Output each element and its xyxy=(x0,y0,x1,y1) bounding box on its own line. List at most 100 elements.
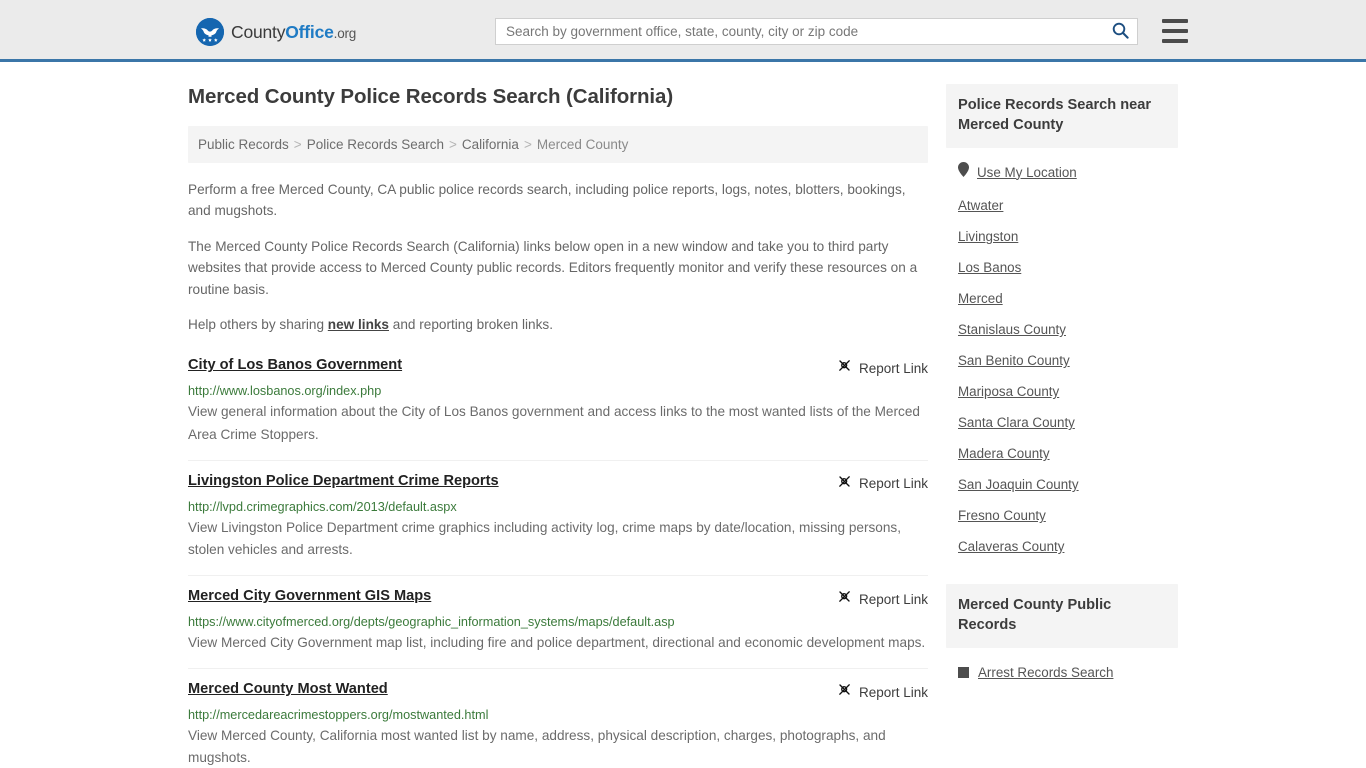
sidebar-item-arrest-records-search[interactable]: Arrest Records Search xyxy=(958,658,1178,687)
result-title-link[interactable]: Merced City Government GIS Maps xyxy=(188,588,431,606)
search-input[interactable] xyxy=(496,19,1103,44)
report-link-button[interactable]: Report Link xyxy=(837,681,928,702)
result-description: View Livingston Police Department crime … xyxy=(188,519,901,557)
results-list: City of Los Banos Government Report Link xyxy=(188,349,928,768)
report-link-label: Report Link xyxy=(858,591,928,607)
result-title-link[interactable]: City of Los Banos Government xyxy=(188,357,402,375)
sidebar-link-label[interactable]: Mariposa County xyxy=(958,384,1059,399)
report-link-label: Report Link xyxy=(858,476,928,492)
sidebar-link-label[interactable]: Atwater xyxy=(958,198,1003,213)
page-body: Merced County Police Records Search (Cal… xyxy=(0,62,1366,768)
hamburger-bar-2 xyxy=(1162,29,1188,33)
breadcrumb: Public Records > Police Records Search > Cal… xyxy=(188,125,928,163)
breadcrumb-item-california[interactable]: California xyxy=(462,137,519,152)
logo-text-office: Office xyxy=(285,21,334,42)
result-url-link[interactable]: http://www.losbanos.org/index.php xyxy=(188,384,928,398)
header-inner: CountyOffice.org xyxy=(0,0,1366,59)
report-link-button[interactable]: Report Link xyxy=(837,357,928,378)
report-link-label: Report Link xyxy=(858,684,928,700)
breadcrumb-separator-2: > xyxy=(449,136,457,152)
sidebar-link-label[interactable]: San Benito County xyxy=(958,353,1070,368)
report-link-button[interactable]: Report Link xyxy=(837,588,928,609)
sidebar-nearby-box: Police Records Search near Merced County… xyxy=(946,84,1178,562)
site-header: CountyOffice.org xyxy=(0,0,1366,62)
sidebar-item-san-joaquin-county[interactable]: San Joaquin County xyxy=(958,469,1178,500)
sidebar-link-label[interactable]: Madera County xyxy=(958,446,1050,461)
sidebar-link-label[interactable]: Calaveras County xyxy=(958,539,1064,554)
result-header: Merced City Government GIS Maps Report L… xyxy=(188,588,928,609)
logo-text-county: County xyxy=(231,21,286,42)
report-link-label: Report Link xyxy=(858,360,928,376)
use-my-location-link[interactable]: Use My Location xyxy=(977,165,1077,180)
result-item: Merced County Most Wanted Report Link ht… xyxy=(188,669,928,768)
sidebar-link-label[interactable]: Arrest Records Search xyxy=(978,665,1113,680)
sidebar-item-stanislaus-county[interactable]: Stanislaus County xyxy=(958,314,1178,345)
eagle-logo-icon xyxy=(196,18,224,46)
result-url-link[interactable]: http://lvpd.crimegraphics.com/2013/defau… xyxy=(188,500,928,514)
result-description: View Merced County, California most want… xyxy=(188,728,886,766)
result-item: Merced City Government GIS Maps Report L… xyxy=(188,576,928,670)
new-links-link[interactable]: new links xyxy=(328,317,389,332)
hamburger-bar-1 xyxy=(1162,19,1188,23)
sidebar-item-mariposa-county[interactable]: Mariposa County xyxy=(958,376,1178,407)
sidebar-link-label[interactable]: San Joaquin County xyxy=(958,477,1079,492)
sidebar-item-merced[interactable]: Merced xyxy=(958,283,1178,314)
sidebar-link-label[interactable]: Livingston xyxy=(958,229,1018,244)
result-description: View general information about the City … xyxy=(188,404,920,442)
sidebar-nearby-links: Use My Location Atwater Livingston Los B… xyxy=(946,148,1178,562)
page-title: Merced County Police Records Search (Cal… xyxy=(188,85,674,108)
site-logo-text: CountyOffice.org xyxy=(231,22,356,43)
broken-link-icon xyxy=(837,474,852,494)
content-container: Merced County Police Records Search (Cal… xyxy=(188,84,1178,768)
intro-text: Perform a free Merced County, CA public … xyxy=(188,179,928,336)
logo-text-org: .org xyxy=(333,25,357,41)
sidebar-item-los-banos[interactable]: Los Banos xyxy=(958,252,1178,283)
result-header: Merced County Most Wanted Report Link xyxy=(188,681,928,702)
result-header: Livingston Police Department Crime Repor… xyxy=(188,473,928,494)
broken-link-icon xyxy=(837,682,852,702)
map-pin-icon xyxy=(958,162,969,182)
intro-paragraph-3-after: and reporting broken links. xyxy=(389,316,553,332)
breadcrumb-separator-3: > xyxy=(523,136,532,152)
intro-paragraph-1: Perform a free Merced County, CA public … xyxy=(188,181,906,219)
sidebar-link-label[interactable]: Los Banos xyxy=(958,260,1021,275)
result-title-link[interactable]: Livingston Police Department Crime Repor… xyxy=(188,473,499,491)
sidebar-public-records-box: Merced County Public Records Arrest Reco… xyxy=(946,584,1178,687)
hamburger-bar-3 xyxy=(1162,39,1188,43)
breadcrumb-item-police-records-search[interactable]: Police Records Search xyxy=(307,137,444,152)
result-description: View Merced City Government map list, in… xyxy=(188,635,926,651)
search-button[interactable] xyxy=(1103,19,1137,44)
result-header: City of Los Banos Government Report Link xyxy=(188,357,928,378)
sidebar-link-label[interactable]: Stanislaus County xyxy=(958,322,1066,337)
search-icon xyxy=(1112,22,1129,42)
breadcrumb-separator-1: > xyxy=(293,136,302,152)
square-bullet-icon xyxy=(958,667,969,679)
breadcrumb-item-merced-county: Merced County xyxy=(536,136,629,152)
sidebar-item-santa-clara-county[interactable]: Santa Clara County xyxy=(958,407,1178,438)
result-item: Livingston Police Department Crime Repor… xyxy=(188,461,928,577)
sidebar-item-fresno-county[interactable]: Fresno County xyxy=(958,500,1178,531)
site-logo[interactable]: CountyOffice.org xyxy=(196,18,356,46)
sidebar-item-livingston[interactable]: Livingston xyxy=(958,221,1178,252)
sidebar-item-madera-county[interactable]: Madera County xyxy=(958,438,1178,469)
sidebar-item-atwater[interactable]: Atwater xyxy=(958,190,1178,221)
hamburger-menu-button[interactable] xyxy=(1162,19,1188,43)
result-title-link[interactable]: Merced County Most Wanted xyxy=(188,681,388,699)
sidebar-nearby-title: Police Records Search near Merced County xyxy=(946,84,1178,149)
sidebar-link-label[interactable]: Santa Clara County xyxy=(958,415,1075,430)
sidebar-public-records-title: Merced County Public Records xyxy=(946,584,1178,649)
broken-link-icon xyxy=(837,589,852,609)
sidebar-item-san-benito-county[interactable]: San Benito County xyxy=(958,345,1178,376)
search-bar[interactable] xyxy=(495,18,1138,45)
result-url-link[interactable]: http://mercedareacrimestoppers.org/mostw… xyxy=(188,708,928,722)
report-link-button[interactable]: Report Link xyxy=(837,473,928,494)
sidebar-use-my-location-row[interactable]: Use My Location xyxy=(958,154,1178,190)
intro-paragraph-3-before: Help others by sharing xyxy=(188,316,328,332)
sidebar-item-calaveras-county[interactable]: Calaveras County xyxy=(958,531,1178,562)
main-column: Merced County Police Records Search (Cal… xyxy=(188,84,928,768)
sidebar-link-label[interactable]: Merced xyxy=(958,291,1003,306)
breadcrumb-item-public-records[interactable]: Public Records xyxy=(198,137,289,152)
result-url-link[interactable]: https://www.cityofmerced.org/depts/geogr… xyxy=(188,615,928,629)
sidebar-link-label[interactable]: Fresno County xyxy=(958,508,1046,523)
result-item: City of Los Banos Government Report Link xyxy=(188,349,928,461)
